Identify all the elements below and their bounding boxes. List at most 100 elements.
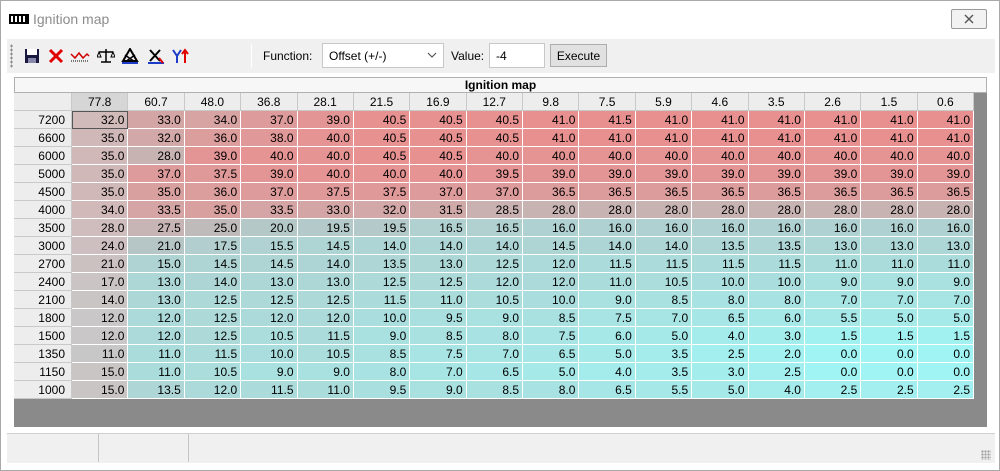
map-cell[interactable]: 4.0: [579, 363, 636, 381]
map-cell[interactable]: 3.0: [692, 363, 749, 381]
map-cell[interactable]: 9.0: [297, 363, 354, 381]
map-cell[interactable]: 16.0: [523, 219, 580, 237]
map-cell[interactable]: 28.0: [917, 201, 974, 219]
map-cell[interactable]: 39.0: [635, 165, 693, 183]
map-cell[interactable]: 11.5: [692, 255, 749, 273]
execute-button[interactable]: Execute: [550, 44, 607, 67]
map-cell[interactable]: 14.5: [297, 237, 354, 255]
map-cell[interactable]: 33.0: [297, 201, 354, 219]
map-cell[interactable]: 13.0: [410, 255, 467, 273]
map-cell[interactable]: 15.5: [241, 237, 298, 255]
map-cell[interactable]: 13.0: [804, 237, 862, 255]
map-cell[interactable]: 12.0: [184, 381, 242, 399]
map-cell[interactable]: 16.0: [917, 219, 974, 237]
row-header[interactable]: 7200: [14, 111, 72, 129]
map-cell[interactable]: 40.0: [748, 147, 805, 165]
map-cell[interactable]: 3.5: [635, 345, 693, 363]
map-cell[interactable]: 33.5: [128, 201, 185, 219]
map-cell[interactable]: 39.0: [184, 147, 242, 165]
row-header[interactable]: 2400: [14, 273, 72, 291]
map-cell[interactable]: 9.0: [241, 363, 298, 381]
map-cell[interactable]: 36.5: [748, 183, 805, 201]
map-cell[interactable]: 41.0: [748, 129, 805, 147]
map-cell[interactable]: 21.0: [72, 255, 129, 273]
map-cell[interactable]: 33.0: [128, 111, 185, 129]
map-cell[interactable]: 6.0: [748, 309, 805, 327]
map-cell[interactable]: 13.0: [241, 273, 298, 291]
map-cell[interactable]: 10.5: [297, 345, 354, 363]
map-cell[interactable]: 14.0: [410, 237, 467, 255]
map-cell[interactable]: 40.0: [861, 147, 918, 165]
map-cell[interactable]: 9.0: [861, 273, 918, 291]
map-cell[interactable]: 12.5: [297, 291, 354, 309]
map-cell[interactable]: 28.0: [523, 201, 580, 219]
row-header[interactable]: 2700: [14, 255, 72, 273]
column-header[interactable]: 77.8: [72, 93, 129, 111]
map-cell[interactable]: 0.0: [804, 363, 862, 381]
map-cell[interactable]: 28.0: [861, 201, 918, 219]
map-cell[interactable]: 8.5: [466, 381, 523, 399]
map-cell[interactable]: 28.0: [128, 147, 185, 165]
map-cell[interactable]: 9.0: [466, 309, 523, 327]
map-cell[interactable]: 12.0: [523, 273, 580, 291]
map-cell[interactable]: 2.5: [861, 381, 918, 399]
map-cell[interactable]: 4.0: [692, 327, 749, 345]
map-cell[interactable]: 12.0: [466, 273, 523, 291]
map-cell[interactable]: 14.5: [241, 255, 298, 273]
map-cell[interactable]: 41.0: [804, 129, 862, 147]
map-cell[interactable]: 39.0: [241, 165, 298, 183]
map-cell[interactable]: 39.0: [523, 165, 580, 183]
map-cell[interactable]: 14.0: [579, 237, 636, 255]
map-cell[interactable]: 35.0: [72, 183, 129, 201]
map-cell[interactable]: 5.0: [523, 363, 580, 381]
map-cell[interactable]: 41.0: [861, 111, 918, 129]
map-cell[interactable]: 12.5: [184, 309, 242, 327]
column-header[interactable]: 48.0: [184, 93, 242, 111]
map-cell[interactable]: 40.5: [410, 129, 467, 147]
map-cell[interactable]: 36.5: [635, 183, 693, 201]
row-header[interactable]: 3500: [14, 219, 72, 237]
map-cell[interactable]: 14.5: [184, 255, 242, 273]
map-cell[interactable]: 8.5: [353, 345, 411, 363]
map-cell[interactable]: 9.0: [353, 327, 411, 345]
column-header[interactable]: 0.6: [917, 93, 974, 111]
map-cell[interactable]: 39.0: [804, 165, 862, 183]
map-cell[interactable]: 12.0: [297, 309, 354, 327]
map-cell[interactable]: 40.0: [804, 147, 862, 165]
map-cell[interactable]: 8.5: [410, 327, 467, 345]
map-cell[interactable]: 16.5: [410, 219, 467, 237]
map-cell[interactable]: 12.0: [241, 309, 298, 327]
map-cell[interactable]: 16.0: [692, 219, 749, 237]
map-cell[interactable]: 38.0: [241, 129, 298, 147]
map-cell[interactable]: 37.0: [128, 165, 185, 183]
map-cell[interactable]: 9.5: [410, 309, 467, 327]
close-button[interactable]: [951, 9, 987, 29]
map-cell[interactable]: 17.0: [72, 273, 129, 291]
map-cell[interactable]: 28.0: [804, 201, 862, 219]
map-cell[interactable]: 41.0: [635, 129, 693, 147]
map-cell[interactable]: 40.5: [466, 111, 523, 129]
map-cell[interactable]: 36.5: [692, 183, 749, 201]
row-header[interactable]: 1150: [14, 363, 72, 381]
save-button[interactable]: [21, 46, 43, 66]
row-header[interactable]: 1350: [14, 345, 72, 363]
map-cell[interactable]: 41.0: [692, 111, 749, 129]
toolbar-grip[interactable]: [10, 44, 13, 68]
map-cell[interactable]: 13.5: [128, 381, 185, 399]
map-cell[interactable]: 31.5: [410, 201, 467, 219]
map-cell[interactable]: 13.0: [128, 273, 185, 291]
map-cell[interactable]: 40.0: [523, 147, 580, 165]
row-header[interactable]: 4000: [14, 201, 72, 219]
map-cell[interactable]: 40.0: [353, 165, 411, 183]
map-cell[interactable]: 40.0: [635, 147, 693, 165]
column-header[interactable]: 7.5: [579, 93, 636, 111]
map-cell[interactable]: 11.5: [241, 381, 298, 399]
map-cell[interactable]: 10.5: [241, 327, 298, 345]
map-cell[interactable]: 9.5: [353, 381, 411, 399]
map-cell[interactable]: 37.0: [241, 183, 298, 201]
map-cell[interactable]: 8.5: [523, 309, 580, 327]
title-bar[interactable]: Ignition map: [1, 1, 999, 37]
value-field[interactable]: [489, 43, 546, 68]
map-cell[interactable]: 0.0: [861, 345, 918, 363]
map-cell[interactable]: 0.0: [861, 363, 918, 381]
